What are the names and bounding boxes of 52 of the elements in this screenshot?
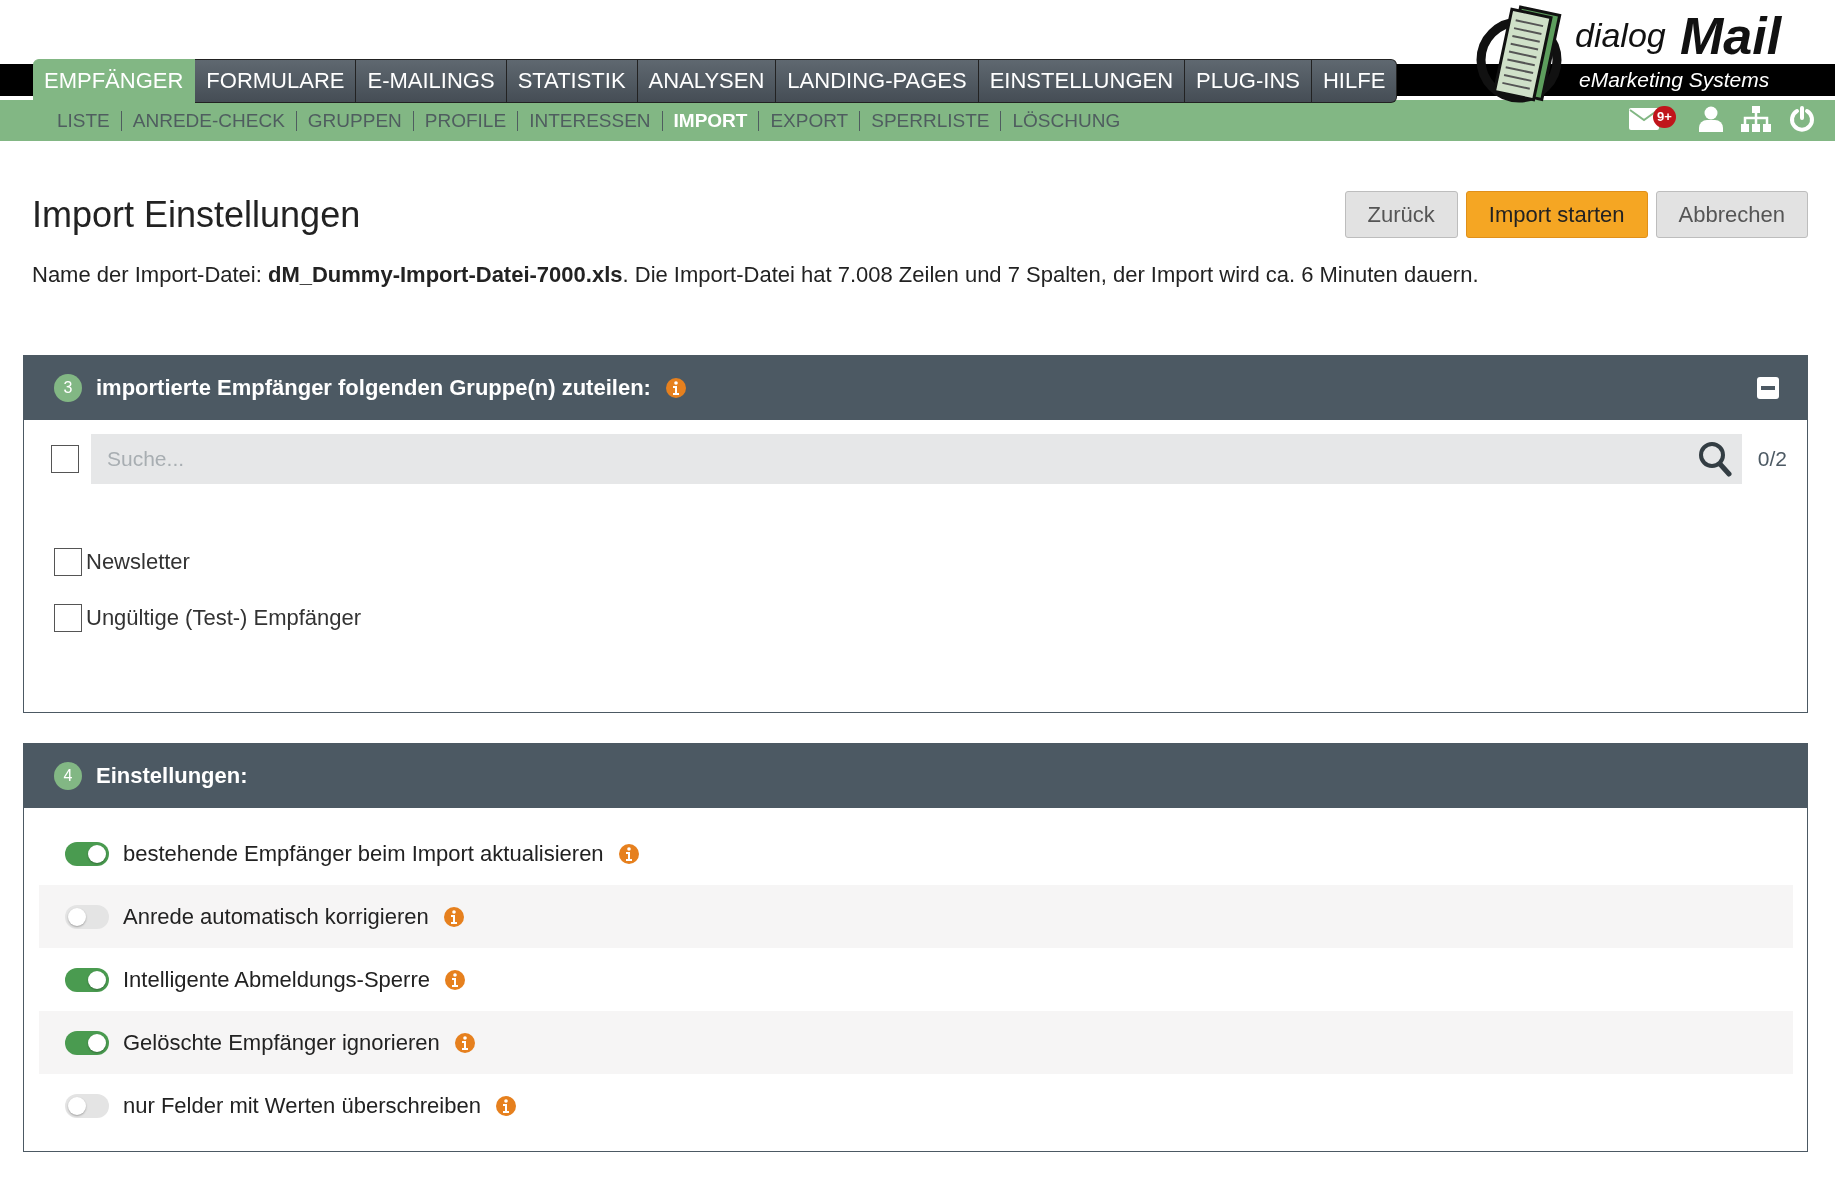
setting-label: bestehende Empfänger beim Import aktualisieren <box>123 840 604 867</box>
setting-label: Gelöschte Empfänger ignorieren <box>123 1029 440 1056</box>
sub-nav-link[interactable]: EXPORT <box>759 110 861 131</box>
sub-nav-link[interactable]: INTERESSEN <box>518 110 663 131</box>
panel-title: importierte Empfänger folgenden Gruppe(n) zuteilen: <box>96 375 651 401</box>
setting-label: nur Felder mit Werten überschreiben <box>123 1092 481 1119</box>
main-nav-tab[interactable]: EINSTELLUNGEN <box>978 59 1186 103</box>
action-button[interactable]: Abbrechen <box>1655 191 1808 238</box>
search-field[interactable]: Suche... <box>91 434 1742 484</box>
collapse-icon[interactable] <box>1757 377 1779 399</box>
main-nav-tab[interactable]: LANDING-PAGES <box>776 59 979 103</box>
toggle-switch[interactable] <box>65 1030 109 1055</box>
toggle-switch[interactable] <box>65 841 109 866</box>
setting-label: Intelligente Abmeldungs-Sperre <box>123 966 430 993</box>
sub-nav-link[interactable]: GRUPPEN <box>296 110 414 131</box>
main-nav-tab[interactable]: ANALYSEN <box>637 59 777 103</box>
toggle-switch[interactable] <box>65 1093 109 1118</box>
logo-tagline: eMarketing Systems <box>1579 68 1770 92</box>
panel-title: Einstellungen: <box>96 763 248 789</box>
logo-text: Mail <box>1680 6 1782 66</box>
logo-text: dialog <box>1575 16 1666 55</box>
main-nav-tab[interactable]: PLUG-INS <box>1185 59 1312 103</box>
sub-nav-link[interactable]: PROFILE <box>413 110 519 131</box>
toggle-switch[interactable] <box>65 904 109 929</box>
action-button[interactable]: Import starten <box>1465 191 1648 238</box>
sitemap-icon[interactable] <box>1741 106 1771 132</box>
select-all-checkbox[interactable] <box>51 445 79 473</box>
group-checkbox[interactable] <box>54 604 82 632</box>
sub-nav-link[interactable]: ANREDE-CHECK <box>121 110 297 131</box>
group-label: Newsletter <box>86 549 190 575</box>
info-icon[interactable] <box>664 377 687 399</box>
power-icon[interactable] <box>1789 106 1815 132</box>
main-nav-tab[interactable]: HILFE <box>1312 59 1398 103</box>
sub-nav-link[interactable]: LÖSCHUNG <box>1001 110 1132 131</box>
sub-nav-link[interactable]: SPERRLISTE <box>860 110 1002 131</box>
action-button[interactable]: Zurück <box>1344 191 1458 238</box>
mail-icon[interactable] <box>1629 108 1659 130</box>
main-nav-tab[interactable]: FORMULARE <box>195 59 357 103</box>
page-title: Import Einstellungen <box>32 193 361 236</box>
main-nav-tab[interactable]: STATISTIK <box>506 59 638 103</box>
step-number: 3 <box>54 374 82 402</box>
step-number: 4 <box>54 762 82 790</box>
user-icon[interactable] <box>1699 106 1723 132</box>
import-info-text: Name der Import-Datei: dM_Dummy-Import-Datei-7000.xls. Die Import-Datei hat 7.008 Zeilen und 7 Spalten, der Import wird ca. 6 Minuten dauern. <box>32 262 1480 288</box>
group-checkbox[interactable] <box>54 548 82 576</box>
selection-count: 0/2 <box>1757 447 1787 471</box>
setting-label: Anrede automatisch korrigieren <box>123 903 429 930</box>
search-icon[interactable] <box>1697 441 1732 477</box>
toggle-switch[interactable] <box>65 967 109 992</box>
main-nav-tab[interactable]: E-MAILINGS <box>356 59 507 103</box>
group-label: Ungültige (Test-) Empfänger <box>86 605 362 631</box>
sub-nav-link[interactable]: LISTE <box>46 110 122 131</box>
